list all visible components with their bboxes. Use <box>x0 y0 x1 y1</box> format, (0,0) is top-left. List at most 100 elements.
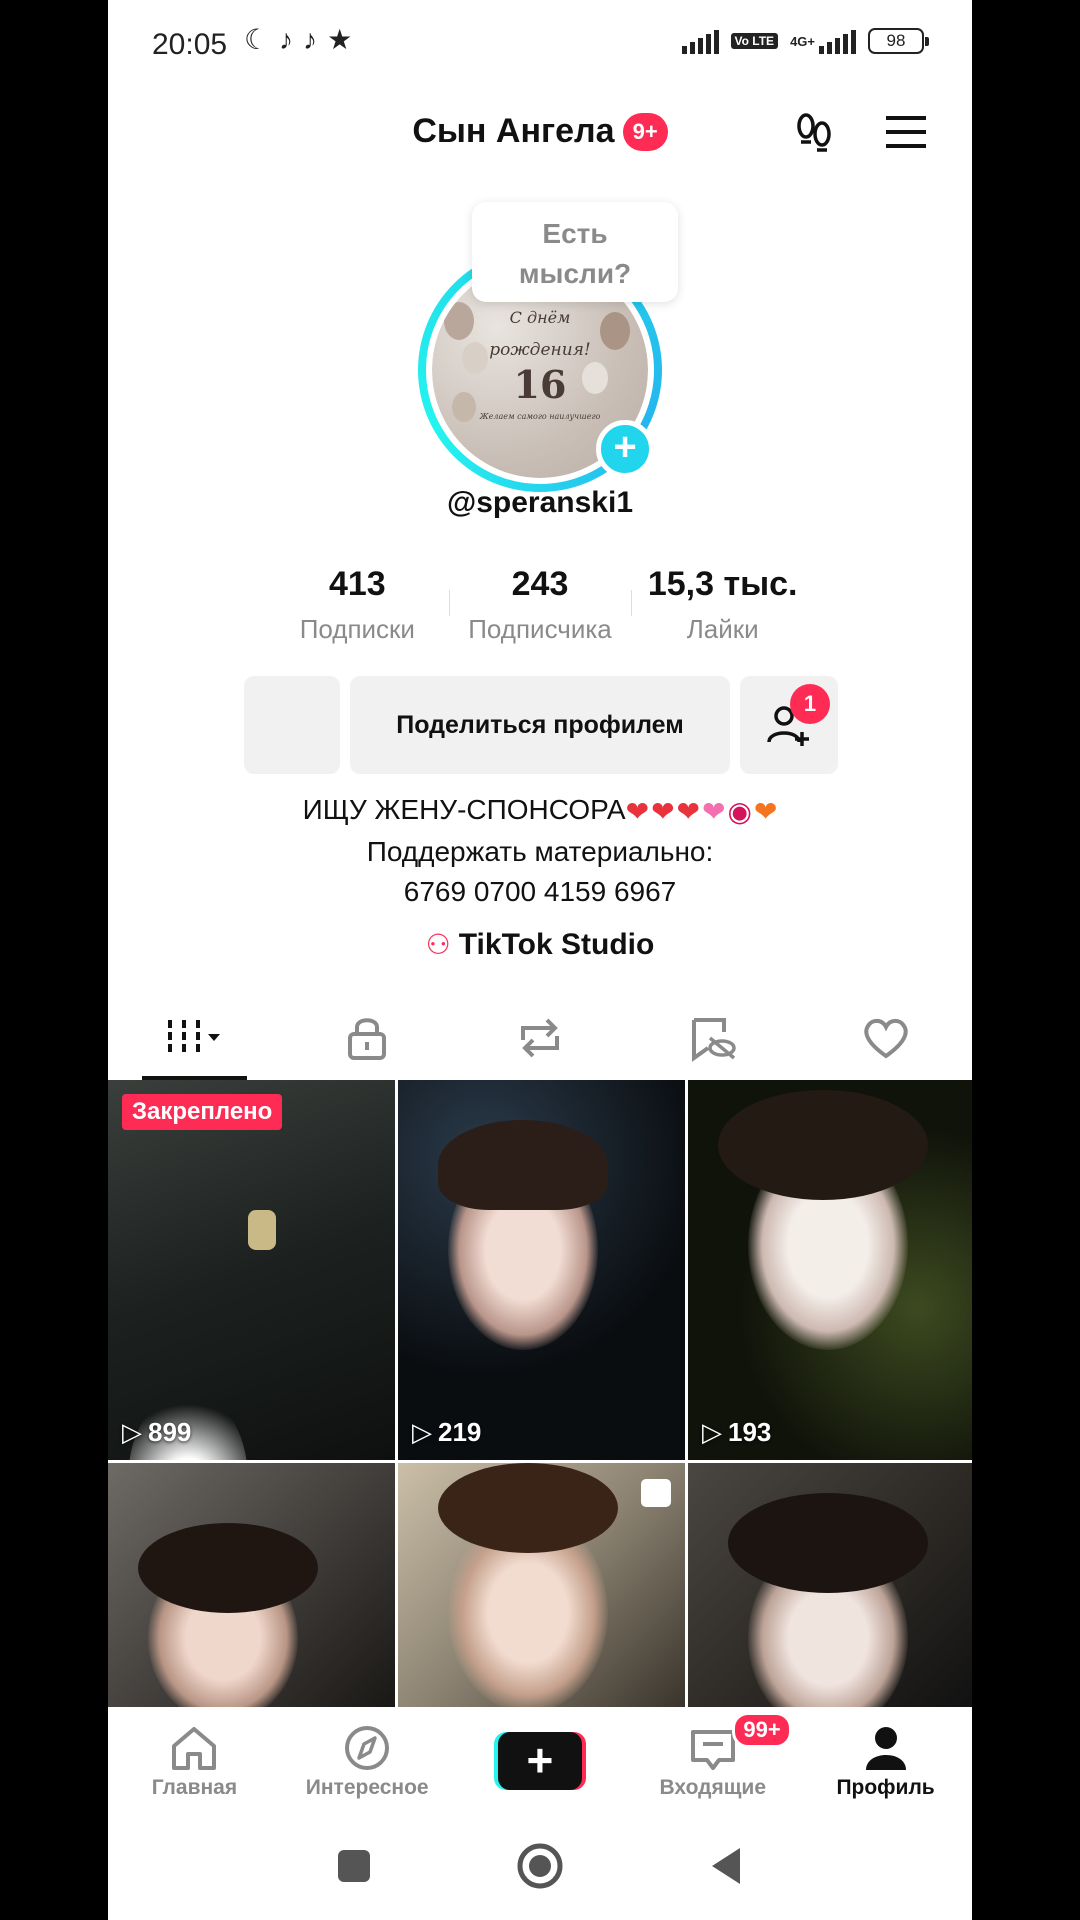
studio-label: TikTok Studio <box>458 928 655 961</box>
signal-icon <box>681 28 719 54</box>
nav-home-label: Главная <box>151 1776 238 1799</box>
home-icon <box>172 1727 217 1770</box>
pinned-badge: Закреплено <box>122 1094 283 1130</box>
status-notification-icons: ☾ ♪ ♪ ★ <box>244 26 352 54</box>
followers-count: 243 <box>511 565 569 603</box>
repost-icon <box>520 1018 559 1058</box>
tab-liked[interactable] <box>799 996 972 1080</box>
nav-home[interactable]: Главная <box>108 1708 281 1812</box>
compass-icon <box>345 1726 390 1770</box>
view-count-value: 219 <box>438 1417 482 1447</box>
avatar-wish: Желаем самого наилучшего <box>479 412 601 421</box>
inbox-icon <box>690 1730 735 1770</box>
view-count: ▷ 193 <box>702 1417 771 1448</box>
video-thumbnail[interactable]: Закреплено ▷ 899 <box>108 1080 395 1460</box>
following-label: Подписки <box>299 614 415 644</box>
play-icon: ▷ <box>702 1417 722 1447</box>
avatar-age: 16 <box>513 362 567 407</box>
network-type: 4G+ <box>790 33 815 49</box>
username: @speranski1 <box>446 486 634 519</box>
page-title: Сын Ангела <box>412 112 615 150</box>
star-icon: ★ <box>327 24 353 55</box>
nav-discover-label: Интересное <box>305 1776 429 1799</box>
profile-screen: 20:05 ☾ ♪ ♪ ★ Vo LTE 4G+ 98 Сын Ангела 9… <box>108 0 972 1920</box>
nav-create[interactable]: + <box>454 1708 627 1812</box>
recents-icon[interactable] <box>336 1848 372 1884</box>
menu-icon[interactable] <box>882 108 930 156</box>
tagged-hidden-icon <box>691 1018 736 1062</box>
create-icon: + <box>493 1732 586 1790</box>
add-friends-badge: 1 <box>790 684 830 724</box>
studio-user-icon: ⚇ <box>425 929 451 960</box>
followers-stat[interactable]: 243 Подписчика <box>448 562 632 644</box>
profile-icon <box>865 1727 906 1770</box>
tab-reposts[interactable] <box>454 996 627 1080</box>
status-right-icons: Vo LTE 4G+ 98 <box>681 28 929 54</box>
tiktok-icon: ♪ <box>303 24 318 55</box>
video-thumbnail[interactable]: ▷ 219 <box>398 1080 685 1460</box>
profile-header: Сын Ангела 9+ <box>108 96 972 168</box>
nav-inbox-label: Входящие <box>659 1776 767 1799</box>
nav-inbox[interactable]: 99+ Входящие <box>626 1708 799 1812</box>
tab-tagged[interactable] <box>626 996 799 1080</box>
inbox-badge: 99+ <box>732 1712 792 1748</box>
video-thumbnail[interactable] <box>108 1463 395 1707</box>
followers-label: Подписчика <box>468 614 612 644</box>
bottom-navigation: Главная Интересное + 99+ Входящие Профил… <box>108 1708 972 1812</box>
likes-stat[interactable]: 15,3 тыс. Лайки <box>631 562 814 644</box>
tab-private[interactable] <box>281 996 454 1080</box>
profile-bio: ИЩУ ЖЕНУ-СПОНСОРА ❤ ❤ ❤ ❤ ◉ ❤ Поддержать матер… <box>108 790 972 912</box>
edit-profile-button[interactable] <box>244 676 340 774</box>
system-navigation <box>108 1812 972 1920</box>
play-icon: ▷ <box>412 1417 432 1447</box>
volte-icon: Vo LTE <box>730 33 779 49</box>
video-thumbnail[interactable] <box>688 1463 972 1707</box>
photo-post-icon <box>641 1479 671 1507</box>
tab-videos[interactable] <box>108 996 281 1080</box>
avatar-greeting: С днём <box>509 308 571 327</box>
home-button-icon[interactable] <box>516 1842 564 1890</box>
likes-count: 15,3 тыс. <box>647 565 798 603</box>
heart-emojis-icon: ❤ ❤ ❤ ❤ ◉ ❤ <box>625 795 778 827</box>
status-time: 20:05 <box>152 28 228 61</box>
add-story-button[interactable]: + <box>596 420 654 478</box>
play-icon: ▷ <box>122 1417 142 1447</box>
heart-icon <box>863 1018 908 1059</box>
account-switcher[interactable]: Сын Ангела 9+ <box>412 112 668 151</box>
video-thumbnail[interactable]: ▷ 193 <box>688 1080 972 1460</box>
notifications-badge: 9+ <box>622 112 668 151</box>
back-icon[interactable] <box>708 1846 744 1886</box>
nav-discover[interactable]: Интересное <box>281 1708 454 1812</box>
add-friends-button[interactable]: 1 <box>740 676 838 774</box>
content-tabs <box>108 996 972 1080</box>
bio-text-1: ИЩУ ЖЕНУ-СПОНСОРА <box>302 794 626 825</box>
tiktok-icon: ♪ <box>279 24 294 55</box>
signal-icon-2 <box>819 28 856 54</box>
following-stat[interactable]: 413 Подписки <box>266 562 449 644</box>
moon-icon: ☾ <box>244 24 270 55</box>
likes-label: Лайки <box>686 614 759 644</box>
thoughts-text-1: Есть <box>542 218 608 249</box>
bio-line-1: ИЩУ ЖЕНУ-СПОНСОРА ❤ ❤ ❤ ❤ ◉ ❤ <box>108 790 972 832</box>
nav-profile[interactable]: Профиль <box>799 1708 972 1812</box>
view-count: ▷ 899 <box>122 1417 191 1448</box>
view-count-value: 899 <box>148 1417 192 1447</box>
view-count: ▷ 219 <box>412 1417 481 1448</box>
profile-stats: 413 Подписки 243 Подписчика 15,3 тыс. Ла… <box>266 562 814 644</box>
profile-actions: Поделиться профилем 1 <box>244 676 838 774</box>
thoughts-text-2: мысли? <box>518 258 632 289</box>
tiktok-studio-link[interactable]: ⚇ TikTok Studio <box>108 928 972 962</box>
videos-grid-icon <box>168 1020 221 1056</box>
video-thumbnail[interactable] <box>398 1463 685 1707</box>
lock-icon <box>348 1018 387 1060</box>
status-bar: 20:05 ☾ ♪ ♪ ★ Vo LTE 4G+ 98 <box>108 0 972 92</box>
footprints-icon[interactable] <box>790 108 838 156</box>
battery-icon: 98 <box>868 28 929 54</box>
view-count-value: 193 <box>728 1417 772 1447</box>
share-profile-button[interactable]: Поделиться профилем <box>350 676 730 774</box>
video-grid: Закреплено ▷ 899 ▷ 219 ▷ 193 <box>108 1080 972 1708</box>
thoughts-bubble[interactable]: Есть мысли? <box>472 202 678 302</box>
nav-profile-label: Профиль <box>836 1776 935 1799</box>
bio-line-3: 6769 0700 4159 6967 <box>403 875 677 907</box>
bio-line-2: Поддержать материально: <box>366 835 714 867</box>
